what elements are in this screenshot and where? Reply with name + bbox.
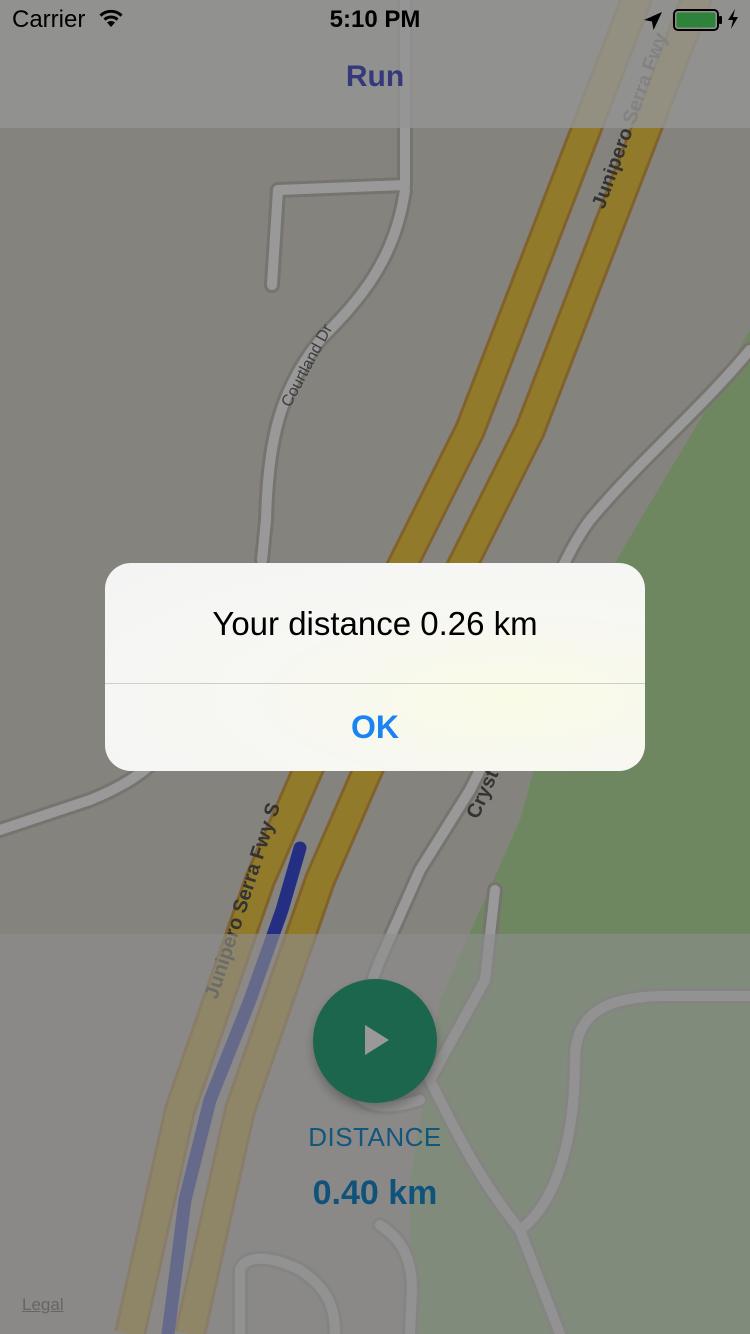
- alert-message: Your distance 0.26 km: [212, 605, 538, 642]
- distance-alert: Your distance 0.26 km OK: [105, 563, 645, 771]
- alert-ok-button[interactable]: OK: [105, 684, 645, 771]
- run-screen: Junipero Serra Fwy Junipero Serra Fwy S …: [0, 0, 750, 1334]
